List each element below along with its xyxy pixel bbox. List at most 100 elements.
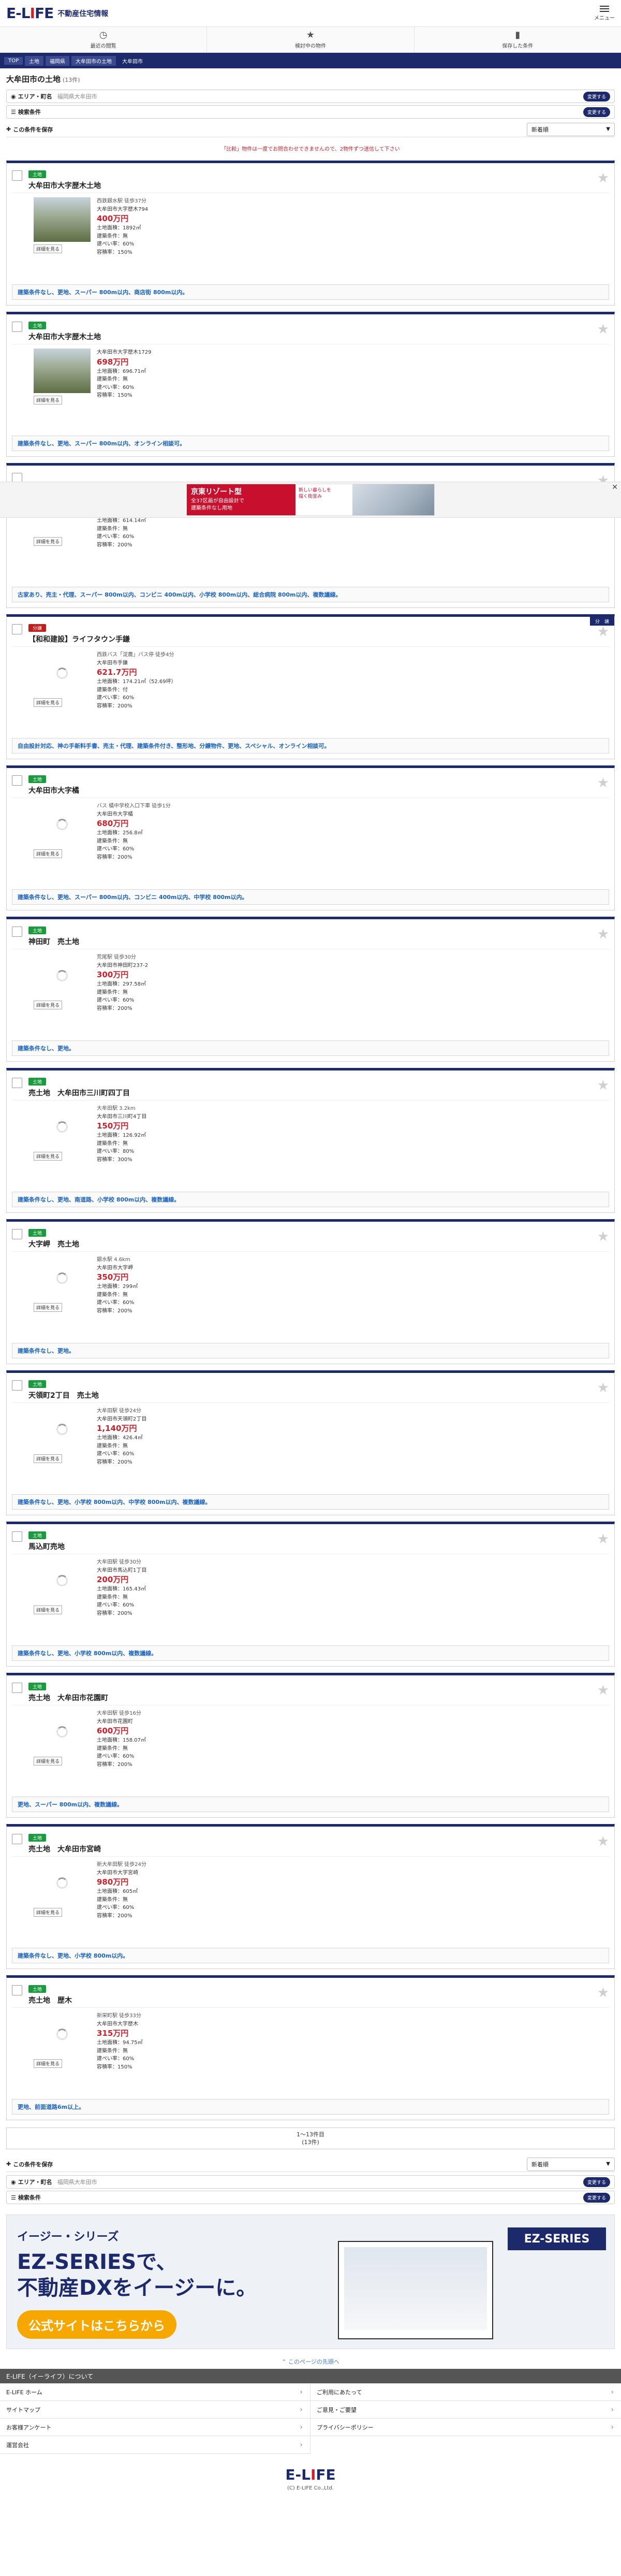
area-condition[interactable]: ◉ エリア・町名 福岡県大牟田市 変更する: [6, 90, 615, 103]
ez-series-banner[interactable]: イージー・シリーズ EZ-SERIESで、 不動産DXをイージーに。 公式サイト…: [6, 2215, 615, 2349]
listing-title[interactable]: 【和和建設】ライフタウン手鎌: [28, 635, 130, 644]
listing-card[interactable]: 土地 売土地 大牟田市花園町 ★ 詳細を見る 大牟田駅 徒歩16分 大牟田市花園町 600万…: [6, 1673, 615, 1818]
footer-link[interactable]: お客様アンケート: [0, 2419, 310, 2436]
listing-card[interactable]: 土地 大字岬 売土地 ★ 詳細を見る 銀水駅 4.6km 大牟田市大字岬 350万円 土地面積…: [6, 1219, 615, 1364]
breadcrumb-item[interactable]: 土地: [25, 55, 44, 66]
listing-title[interactable]: 神田町 売土地: [28, 938, 79, 946]
favorite-star-icon[interactable]: ★: [597, 322, 609, 337]
favorite-star-icon[interactable]: ★: [597, 1078, 609, 1093]
compare-checkbox[interactable]: [12, 624, 22, 634]
footer-link[interactable]: プライバシーポリシー: [310, 2419, 621, 2436]
save-condition-button[interactable]: ✚ この条件を保存: [6, 125, 53, 134]
listing-title[interactable]: 売土地 大牟田市宮崎: [28, 1845, 101, 1854]
ad-box[interactable]: 京東リゾート型 全37区画が自由設計で 建築条件なし用地 新しい暮らしを 描く街…: [186, 484, 435, 516]
footer-link[interactable]: 運営会社: [0, 2436, 310, 2454]
favorite-star-icon[interactable]: ★: [597, 170, 609, 186]
listing-title[interactable]: 天領町2丁目 売土地: [28, 1392, 99, 1400]
listing-thumbnail[interactable]: 詳細を見る: [34, 651, 91, 707]
compare-checkbox[interactable]: [12, 322, 22, 332]
listing-title[interactable]: 大牟田市大字歴木土地: [28, 333, 101, 341]
detail-button[interactable]: 詳細を見る: [34, 244, 63, 253]
detail-button[interactable]: 詳細を見る: [34, 849, 63, 858]
menu-button[interactable]: メニュー: [594, 5, 615, 21]
footer-link[interactable]: E-LIFE ホーム: [0, 2383, 310, 2401]
compare-checkbox[interactable]: [12, 1683, 22, 1693]
listing-title[interactable]: 馬込町売地: [28, 1543, 65, 1551]
listing-thumbnail[interactable]: 詳細を見る: [34, 2012, 91, 2068]
listing-card[interactable]: 土地 神田町 売土地 ★ 詳細を見る 荒尾駅 徒歩30分 大牟田市神田町237-2 300万…: [6, 917, 615, 1062]
logo[interactable]: E-LIFE 不動産住宅情報: [6, 5, 108, 22]
sort-select[interactable]: 新着順 ▼: [527, 122, 615, 136]
listing-card[interactable]: 土地 大牟田市大字歴木土地 ★ 詳細を見る 西鉄銀水駅 徒歩37分 大牟田市大字歴木794…: [6, 161, 615, 306]
breadcrumb-item[interactable]: 大牟田市の土地: [71, 55, 116, 66]
nav-recent[interactable]: ◷ 最近の閲覧: [0, 27, 208, 52]
page-top-link[interactable]: ⌃ このページの先頭へ: [0, 2357, 621, 2366]
listing-card[interactable]: 土地 馬込町売地 ★ 詳細を見る 大牟田駅 徒歩30分 大牟田市馬込町1丁目 200万円 土地…: [6, 1522, 615, 1667]
detail-button[interactable]: 詳細を見る: [34, 698, 63, 707]
listing-thumbnail[interactable]: 詳細を見る: [34, 197, 91, 253]
listing-thumbnail[interactable]: 詳細を見る: [34, 953, 91, 1009]
detail-button[interactable]: 詳細を見る: [34, 1908, 63, 1917]
detail-button[interactable]: 詳細を見る: [34, 396, 63, 404]
footer-link[interactable]: サイトマップ: [0, 2401, 310, 2419]
detail-button[interactable]: 詳細を見る: [34, 1454, 63, 1463]
listing-card[interactable]: 土地 大牟田市大字橘 ★ 詳細を見る バス 橘中学校入口下車 徒歩1分 大牟田市大字橘 68…: [6, 765, 615, 910]
footer-link[interactable]: ご意見・ご要望: [310, 2401, 621, 2419]
detail-button[interactable]: 詳細を見る: [34, 2059, 63, 2068]
listing-title[interactable]: 売土地 歴木: [28, 1996, 72, 2005]
banner-cta-button[interactable]: 公式サイトはこちらから: [17, 2310, 176, 2339]
listing-thumbnail[interactable]: 詳細を見る: [34, 349, 91, 404]
detail-button[interactable]: 詳細を見る: [34, 1605, 63, 1614]
detail-button[interactable]: 詳細を見る: [34, 1303, 63, 1312]
change-area-button[interactable]: 変更する: [583, 91, 610, 102]
listing-title[interactable]: 売土地 大牟田市三川町四丁目: [28, 1089, 130, 1097]
listing-thumbnail[interactable]: 詳細を見る: [34, 1861, 91, 1917]
compare-checkbox[interactable]: [12, 1078, 22, 1088]
favorite-star-icon[interactable]: ★: [597, 624, 609, 640]
favorite-star-icon[interactable]: ★: [597, 775, 609, 791]
change-area-button[interactable]: 変更する: [583, 2177, 610, 2187]
save-condition-button[interactable]: ✚ この条件を保存: [6, 2160, 53, 2168]
compare-checkbox[interactable]: [12, 1229, 22, 1239]
search-condition[interactable]: ☰ 検索条件 変更する: [6, 105, 615, 119]
change-search-button[interactable]: 変更する: [583, 2192, 610, 2203]
nav-saved[interactable]: ▮ 保存した条件: [415, 27, 621, 52]
favorite-star-icon[interactable]: ★: [597, 1229, 609, 1244]
favorite-star-icon[interactable]: ★: [597, 1834, 609, 1849]
nav-favorites[interactable]: ★ 検討中の物件: [207, 27, 415, 52]
listing-card[interactable]: 土地 天領町2丁目 売土地 ★ 詳細を見る 大牟田駅 徒歩24分 大牟田市天領町2丁目 1,…: [6, 1370, 615, 1515]
listing-title[interactable]: 大牟田市大字橘: [28, 787, 79, 795]
listing-thumbnail[interactable]: 詳細を見る: [34, 1558, 91, 1614]
listing-thumbnail[interactable]: 詳細を見る: [34, 1105, 91, 1161]
listing-card[interactable]: 土地 売土地 大牟田市三川町四丁目 ★ 詳細を見る 大牟田駅 3.2km 大牟田市三川町4…: [6, 1068, 615, 1213]
detail-button[interactable]: 詳細を見る: [34, 1152, 63, 1161]
sort-select[interactable]: 新着順 ▼: [527, 2157, 615, 2171]
compare-checkbox[interactable]: [12, 170, 22, 181]
close-icon[interactable]: ✕: [612, 483, 618, 491]
listing-card[interactable]: 分 譲分譲 【和和建設】ライフタウン手鎌 ★ 詳細を見る 西鉄バス「淀農」バス停 徒歩4…: [6, 614, 615, 759]
breadcrumb-item[interactable]: 福岡県: [46, 55, 70, 66]
favorite-star-icon[interactable]: ★: [597, 1683, 609, 1698]
breadcrumb-item[interactable]: TOP: [4, 56, 23, 65]
compare-checkbox[interactable]: [12, 1834, 22, 1844]
favorite-star-icon[interactable]: ★: [597, 1985, 609, 2001]
ad-banner[interactable]: 京東リゾート型 全37区画が自由設計で 建築条件なし用地 新しい暮らしを 描く街…: [0, 482, 621, 518]
detail-button[interactable]: 詳細を見る: [34, 537, 63, 546]
compare-checkbox[interactable]: [12, 1380, 22, 1391]
listing-card[interactable]: 土地 売土地 大牟田市宮崎 ★ 詳細を見る 新大牟田駅 徒歩24分 大牟田市大字宮崎 980…: [6, 1824, 615, 1969]
listing-card[interactable]: 土地 売土地 歴木 ★ 詳細を見る 新栄町駅 徒歩33分 大牟田市大字歴木 315万円 土地面…: [6, 1975, 615, 2120]
compare-checkbox[interactable]: [12, 1985, 22, 1995]
listing-title[interactable]: 大牟田市大字歴木土地: [28, 182, 101, 190]
compare-checkbox[interactable]: [12, 775, 22, 786]
listing-thumbnail[interactable]: 詳細を見る: [34, 1256, 91, 1312]
footer-link[interactable]: ご利用にあたって: [310, 2383, 621, 2401]
change-search-button[interactable]: 変更する: [583, 107, 610, 117]
favorite-star-icon[interactable]: ★: [597, 1531, 609, 1547]
favorite-star-icon[interactable]: ★: [597, 927, 609, 942]
compare-checkbox[interactable]: [12, 1531, 22, 1542]
compare-checkbox[interactable]: [12, 927, 22, 937]
favorite-star-icon[interactable]: ★: [597, 1380, 609, 1396]
detail-button[interactable]: 詳細を見る: [34, 1001, 63, 1009]
listing-thumbnail[interactable]: 詳細を見る: [34, 1407, 91, 1463]
footer-logo[interactable]: E-LIFE: [0, 2466, 621, 2483]
